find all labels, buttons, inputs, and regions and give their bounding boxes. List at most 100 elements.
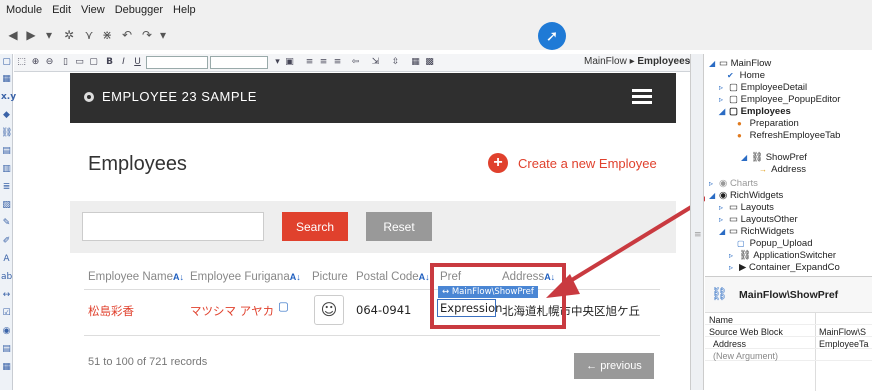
valign-icon[interactable]: ⇳ — [390, 57, 401, 68]
sort-icon[interactable]: A↓ — [173, 272, 184, 282]
page-title: Employees — [88, 153, 187, 175]
cell-employee-name[interactable]: 松島彩香 — [88, 303, 134, 319]
breadcrumb-separator: ▸ — [629, 56, 635, 67]
radio-icon[interactable]: ◉ — [1, 326, 12, 337]
column-header-furigana[interactable]: Employee FuriganaA↓ — [190, 271, 301, 283]
reset-button[interactable]: Reset — [366, 212, 432, 241]
width-icon[interactable]: ⇦ — [350, 57, 361, 68]
align-center-icon[interactable]: ≡ — [318, 57, 329, 68]
gear-icon[interactable]: ✲ — [62, 28, 76, 42]
pane-splitter[interactable]: ≡ — [690, 54, 704, 390]
screen-icon: ▢ — [729, 106, 738, 117]
tree-item-refresh-employee-tab[interactable]: ● RefreshEmployeeTab — [737, 130, 840, 141]
frame-icon[interactable]: ▭ — [74, 57, 85, 68]
menu-help[interactable]: Help — [173, 4, 196, 16]
menubar: Module Edit View Debugger Help — [0, 0, 872, 20]
italic-icon[interactable]: I — [118, 57, 129, 68]
window-icon[interactable]: ▢ — [88, 57, 99, 68]
list-icon[interactable]: ≣ — [1, 182, 12, 193]
text-area-icon[interactable]: ↔ — [1, 290, 12, 301]
container-icon[interactable]: ▢ — [1, 57, 12, 68]
table-format-icon[interactable]: ▩ — [424, 57, 435, 68]
bold-icon[interactable]: B — [104, 57, 115, 68]
flow-icon: ▭ — [719, 58, 728, 69]
webblock-icon[interactable]: ⛓ — [1, 128, 12, 139]
column-header-employee-name[interactable]: Employee NameA↓ — [88, 271, 184, 283]
menu-icon[interactable] — [632, 89, 652, 105]
property-row-address[interactable]: Address EmployeeTa — [705, 339, 872, 349]
label-icon[interactable]: A — [1, 254, 12, 265]
menu-module[interactable]: Module — [6, 4, 42, 16]
checkbox-icon[interactable]: ☑ — [1, 308, 12, 319]
table-records-icon[interactable]: ▥ — [1, 164, 12, 175]
tree-item-address[interactable]: → Address — [759, 164, 806, 175]
edit-records-icon[interactable]: ▨ — [1, 200, 12, 211]
edit-icon[interactable]: ▢ — [278, 299, 289, 313]
search-input[interactable] — [82, 212, 264, 241]
expression-icon[interactable]: x.y — [1, 92, 16, 103]
publish-icon[interactable]: ➚ — [538, 22, 566, 50]
zoom-out-icon[interactable]: ⊖ — [44, 57, 55, 68]
grid-icon[interactable]: ▦ — [410, 57, 421, 68]
tree-item-employee-popupeditor[interactable]: ▹ ▢ Employee_PopupEditor — [719, 94, 840, 105]
search-button[interactable]: Search — [282, 212, 348, 241]
back-icon[interactable]: ◀ — [6, 28, 20, 42]
table-icon[interactable]: ▦ — [1, 74, 12, 85]
property-row-source-web-block[interactable]: Source Web Block MainFlow\S — [705, 327, 872, 337]
font-select[interactable] — [210, 56, 268, 69]
undo-icon[interactable]: ↶ — [120, 28, 134, 42]
splitter-grip-icon[interactable]: ≡ — [694, 230, 702, 240]
tree-item-container-expandco[interactable]: ▹ ▶ Container_ExpandCo — [729, 262, 840, 273]
tree-item-popup-upload[interactable]: ▢ Popup_Upload — [737, 238, 813, 249]
redo-dropdown-icon[interactable]: ▾ — [156, 28, 170, 42]
select-icon[interactable]: ⬚ — [16, 57, 27, 68]
tree-item-layouts[interactable]: ▹ ▭ Layouts — [719, 202, 774, 213]
menu-view[interactable]: View — [81, 4, 105, 16]
tree-item-showpref[interactable]: ◢ ⛓ ShowPref — [741, 152, 807, 163]
align-right-icon[interactable]: ≡ — [332, 57, 343, 68]
link-icon[interactable]: ✎ — [1, 218, 12, 229]
sort-icon[interactable]: A↓ — [419, 272, 430, 282]
compare-icon[interactable]: ⋎ — [82, 28, 96, 42]
redo-icon[interactable]: ↷ — [140, 28, 154, 42]
tree-item-applicationswitcher[interactable]: ▹ ⛓ ApplicationSwitcher — [729, 250, 836, 261]
tree-item-mainflow[interactable]: ◢ ▭ MainFlow — [709, 58, 771, 69]
tree-item-richwidgets-flow[interactable]: ◢ ▭ RichWidgets — [719, 226, 794, 237]
if-icon[interactable]: ◆ — [1, 110, 12, 121]
tree-item-richwidgets-module[interactable]: ◢ ◉ RichWidgets — [709, 190, 783, 201]
block-icon[interactable]: ▯ — [60, 57, 71, 68]
tree-item-charts[interactable]: ▹ ◉ Charts — [709, 178, 758, 189]
previous-button[interactable]: ← previous — [574, 353, 654, 379]
button-icon[interactable]: ✐ — [1, 236, 12, 247]
plus-icon: + — [488, 153, 508, 173]
list-box-icon[interactable]: ▦ — [1, 362, 12, 373]
tree-item-preparation[interactable]: ● Preparation — [737, 118, 799, 129]
property-row-name[interactable]: Name — [705, 315, 872, 325]
combo-icon[interactable]: ▤ — [1, 344, 12, 355]
input-param-icon: → — [759, 165, 767, 174]
zoom-in-icon[interactable]: ⊕ — [30, 57, 41, 68]
menu-debugger[interactable]: Debugger — [115, 4, 163, 16]
format-icon[interactable]: ▣ — [284, 57, 295, 68]
app-logo-icon — [84, 92, 94, 102]
tree-item-employeedetail[interactable]: ▹ ▢ EmployeeDetail — [719, 82, 807, 93]
style-dropdown-icon[interactable]: ▾ — [272, 57, 283, 68]
style-class-input[interactable] — [146, 56, 208, 69]
property-row-new-argument[interactable]: (New Argument) — [705, 351, 872, 361]
breadcrumb-parent[interactable]: MainFlow — [584, 56, 627, 67]
input-icon[interactable]: ab — [1, 272, 12, 283]
column-header-postal-code[interactable]: Postal CodeA↓ — [356, 271, 430, 283]
forward-icon[interactable]: ▶ — [24, 28, 38, 42]
tree-item-home[interactable]: ✔ Home — [727, 70, 765, 81]
merge-icon[interactable]: ⋇ — [100, 28, 114, 42]
tree-item-employees[interactable]: ◢ ▢ Employees — [719, 106, 791, 117]
tree-item-layoutsother[interactable]: ▹ ▭ LayoutsOther — [719, 214, 798, 225]
align-left-icon[interactable]: ≡ — [304, 57, 315, 68]
sort-icon[interactable]: A↓ — [290, 272, 301, 282]
spacing-icon[interactable]: ⇲ — [370, 57, 381, 68]
underline-icon[interactable]: U — [132, 57, 143, 68]
dropdown-icon[interactable]: ▾ — [42, 28, 56, 42]
list-records-icon[interactable]: ▤ — [1, 146, 12, 157]
avatar-placeholder-icon: ☺ — [314, 295, 344, 325]
menu-edit[interactable]: Edit — [52, 4, 71, 16]
